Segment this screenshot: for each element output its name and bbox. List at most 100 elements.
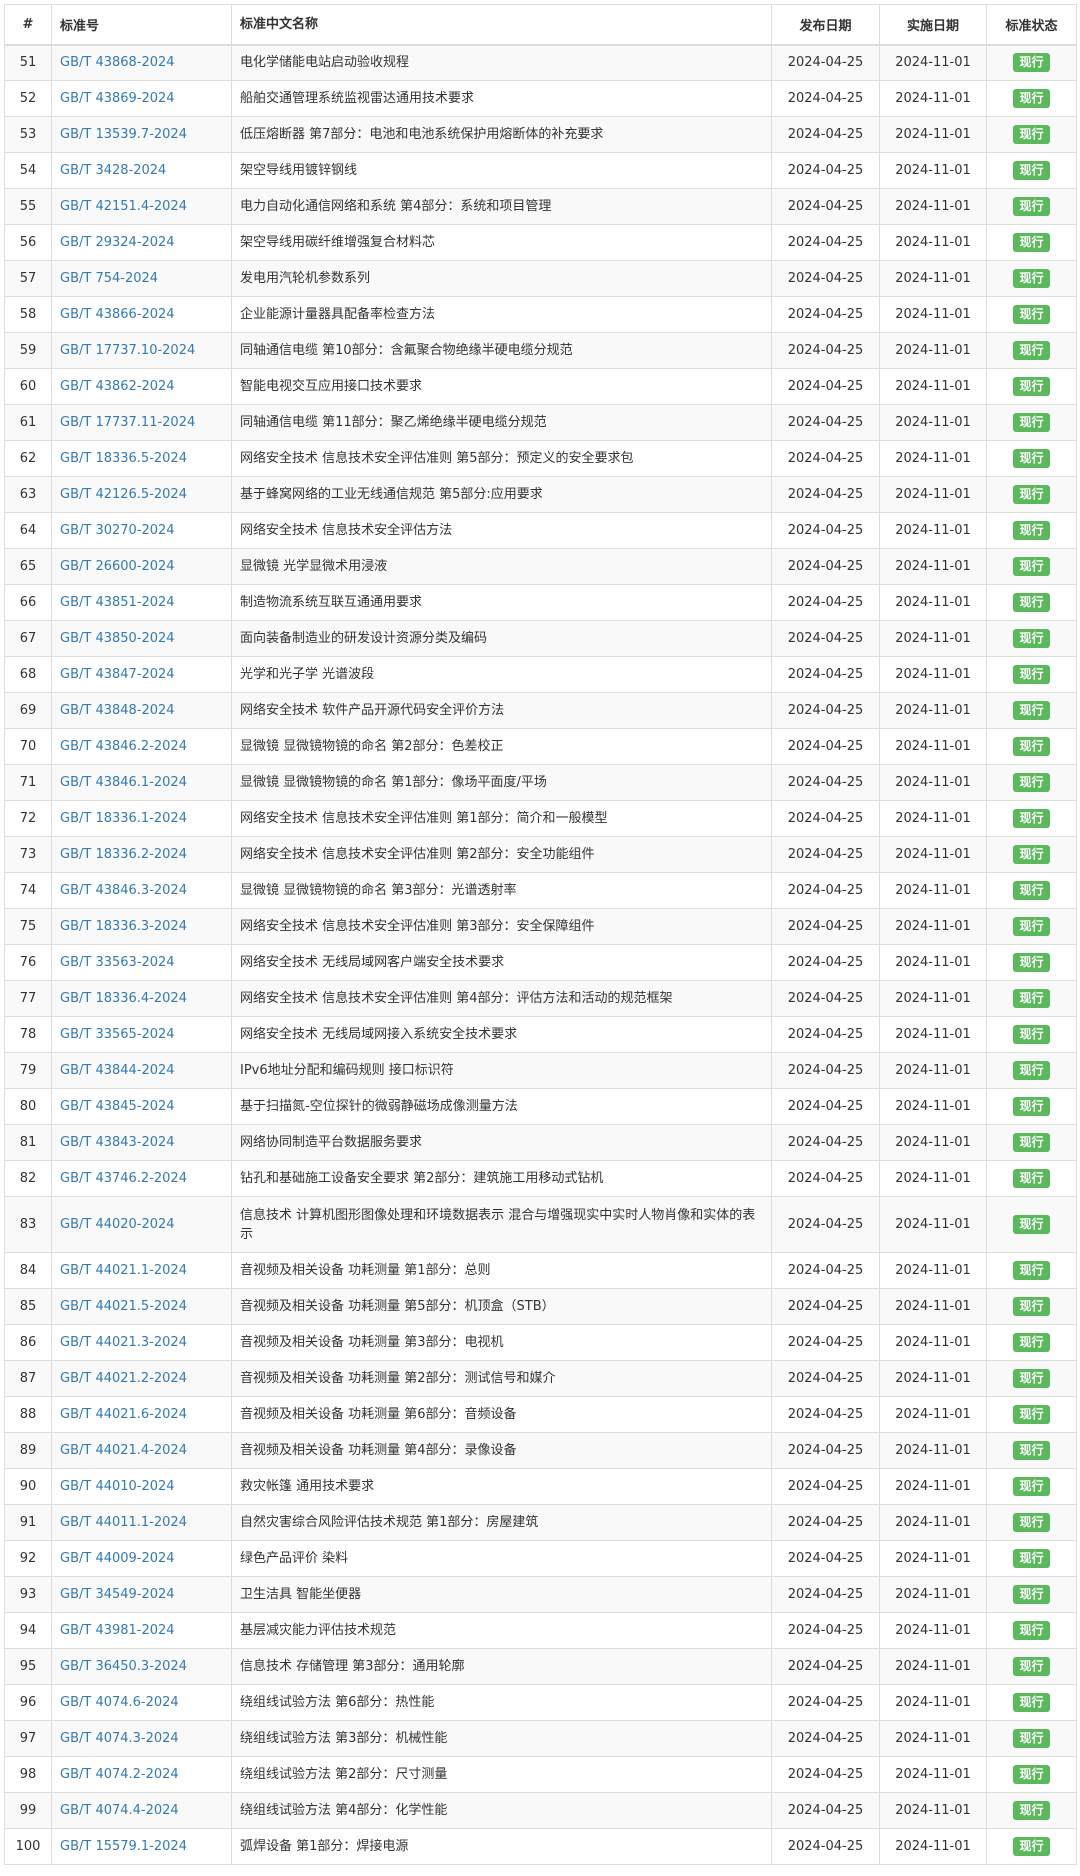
standard-code-link[interactable]: GB/T 44021.2-2024 [60, 1371, 187, 1386]
row-number: 72 [4, 800, 52, 837]
table-row: 54 GB/T 3428-2024 架空导线用镀锌钢线 2024-04-25 2024-… [4, 152, 1077, 189]
standard-code-link[interactable]: GB/T 754-2024 [60, 271, 158, 286]
standard-code-link[interactable]: GB/T 43843-2024 [60, 1135, 175, 1150]
row-number: 69 [4, 692, 52, 729]
status-badge: 现行 [1013, 1097, 1050, 1116]
standard-code-link[interactable]: GB/T 4074.3-2024 [60, 1731, 179, 1746]
publish-date: 2024-04-25 [771, 980, 880, 1017]
standard-code-link[interactable]: GB/T 43850-2024 [60, 631, 175, 646]
standard-code-link[interactable]: GB/T 42151.4-2024 [60, 199, 187, 214]
implement-date: 2024-11-01 [879, 584, 987, 621]
standard-code-link[interactable]: GB/T 43866-2024 [60, 307, 175, 322]
standard-code-link[interactable]: GB/T 43848-2024 [60, 703, 175, 718]
standard-code-link[interactable]: GB/T 26600-2024 [60, 559, 175, 574]
row-number: 91 [4, 1504, 52, 1541]
standard-code-link[interactable]: GB/T 44011.1-2024 [60, 1515, 187, 1530]
status-badge: 现行 [1013, 485, 1050, 504]
status-cell: 现行 [986, 80, 1077, 117]
standard-code-link[interactable]: GB/T 18336.3-2024 [60, 919, 187, 934]
standard-code-link[interactable]: GB/T 44020-2024 [60, 1217, 175, 1232]
status-cell: 现行 [986, 1792, 1077, 1829]
standard-code-link[interactable]: GB/T 33565-2024 [60, 1027, 175, 1042]
implement-date: 2024-11-01 [879, 764, 987, 801]
standard-code-cell: GB/T 44021.4-2024 [51, 1432, 232, 1469]
standard-code-link[interactable]: GB/T 17737.10-2024 [60, 343, 195, 358]
publish-date: 2024-04-25 [771, 1612, 880, 1649]
standard-code-link[interactable]: GB/T 43846.2-2024 [60, 739, 187, 754]
implement-date: 2024-11-01 [879, 620, 987, 657]
standard-code-link[interactable]: GB/T 18336.5-2024 [60, 451, 187, 466]
row-number: 71 [4, 764, 52, 801]
standard-code-link[interactable]: GB/T 30270-2024 [60, 523, 175, 538]
standard-code-link[interactable]: GB/T 44010-2024 [60, 1479, 175, 1494]
standard-name: 弧焊设备 第1部分：焊接电源 [231, 1828, 772, 1865]
status-cell: 现行 [986, 1160, 1077, 1197]
status-badge: 现行 [1013, 377, 1050, 396]
row-number: 94 [4, 1612, 52, 1649]
standard-code-link[interactable]: GB/T 15579.1-2024 [60, 1839, 187, 1854]
standard-code-link[interactable]: GB/T 43847-2024 [60, 667, 175, 682]
standard-code-link[interactable]: GB/T 18336.1-2024 [60, 811, 187, 826]
standard-code-link[interactable]: GB/T 43862-2024 [60, 379, 175, 394]
status-badge: 现行 [1013, 125, 1050, 144]
standard-name: 智能电视交互应用接口技术要求 [231, 368, 772, 405]
table-row: 74 GB/T 43846.3-2024 显微镜 显微镜物镜的命名 第3部分：光谱透… [4, 872, 1077, 909]
standard-code-link[interactable]: GB/T 4074.6-2024 [60, 1695, 179, 1710]
standard-name: 网络安全技术 信息技术安全评估方法 [231, 512, 772, 549]
row-number: 55 [4, 188, 52, 225]
row-number: 62 [4, 440, 52, 477]
row-number: 95 [4, 1648, 52, 1685]
standard-code-link[interactable]: GB/T 4074.4-2024 [60, 1803, 179, 1818]
status-badge: 现行 [1013, 305, 1050, 324]
status-cell: 现行 [986, 764, 1077, 801]
standard-code-link[interactable]: GB/T 17737.11-2024 [60, 415, 195, 430]
standard-code-link[interactable]: GB/T 43846.3-2024 [60, 883, 187, 898]
publish-date: 2024-04-25 [771, 152, 880, 189]
standard-code-link[interactable]: GB/T 43845-2024 [60, 1099, 175, 1114]
standard-name: 面向装备制造业的研发设计资源分类及编码 [231, 620, 772, 657]
publish-date: 2024-04-25 [771, 1088, 880, 1125]
standard-code-link[interactable]: GB/T 43846.1-2024 [60, 775, 187, 790]
status-cell: 现行 [986, 1720, 1077, 1757]
standard-code-link[interactable]: GB/T 43851-2024 [60, 595, 175, 610]
standard-code-link[interactable]: GB/T 44021.4-2024 [60, 1443, 187, 1458]
standard-code-link[interactable]: GB/T 44021.6-2024 [60, 1407, 187, 1422]
standard-name: 基于扫描氮-空位探针的微弱静磁场成像测量方法 [231, 1088, 772, 1125]
publish-date: 2024-04-25 [771, 224, 880, 261]
standard-code-link[interactable]: GB/T 18336.2-2024 [60, 847, 187, 862]
standard-name: 电化学储能电站启动验收规程 [231, 44, 772, 81]
status-badge: 现行 [1013, 1621, 1050, 1640]
standard-code-link[interactable]: GB/T 43869-2024 [60, 91, 175, 106]
implement-date: 2024-11-01 [879, 1684, 987, 1721]
standard-code-link[interactable]: GB/T 44021.1-2024 [60, 1263, 187, 1278]
standard-code-link[interactable]: GB/T 44009-2024 [60, 1551, 175, 1566]
implement-date: 2024-11-01 [879, 728, 987, 765]
standard-code-link[interactable]: GB/T 43981-2024 [60, 1623, 175, 1638]
standard-code-link[interactable]: GB/T 44021.5-2024 [60, 1299, 187, 1314]
standard-code-link[interactable]: GB/T 29324-2024 [60, 235, 175, 250]
standard-code-link[interactable]: GB/T 4074.2-2024 [60, 1767, 179, 1782]
standard-name: 救灾帐篷 通用技术要求 [231, 1468, 772, 1505]
row-number: 80 [4, 1088, 52, 1125]
table-row: 95 GB/T 36450.3-2024 信息技术 存储管理 第3部分：通用轮廓 20… [4, 1648, 1077, 1685]
status-cell: 现行 [986, 1648, 1077, 1685]
standard-code-link[interactable]: GB/T 18336.4-2024 [60, 991, 187, 1006]
status-cell: 现行 [986, 656, 1077, 693]
row-number: 92 [4, 1540, 52, 1577]
standard-code-link[interactable]: GB/T 34549-2024 [60, 1587, 175, 1602]
standard-code-link[interactable]: GB/T 3428-2024 [60, 163, 166, 178]
standard-code-link[interactable]: GB/T 33563-2024 [60, 955, 175, 970]
standard-code-link[interactable]: GB/T 43844-2024 [60, 1063, 175, 1078]
status-cell: 现行 [986, 1576, 1077, 1613]
standard-code-link[interactable]: GB/T 43868-2024 [60, 55, 175, 70]
publish-date: 2024-04-25 [771, 620, 880, 657]
status-badge: 现行 [1013, 1513, 1050, 1532]
row-number: 79 [4, 1052, 52, 1089]
standard-code-link[interactable]: GB/T 42126.5-2024 [60, 487, 187, 502]
publish-date: 2024-04-25 [771, 872, 880, 909]
standard-code-link[interactable]: GB/T 36450.3-2024 [60, 1659, 187, 1674]
standard-code-link[interactable]: GB/T 43746.2-2024 [60, 1171, 187, 1186]
standard-code-link[interactable]: GB/T 44021.3-2024 [60, 1335, 187, 1350]
standard-code-link[interactable]: GB/T 13539.7-2024 [60, 127, 187, 142]
row-number: 58 [4, 296, 52, 333]
